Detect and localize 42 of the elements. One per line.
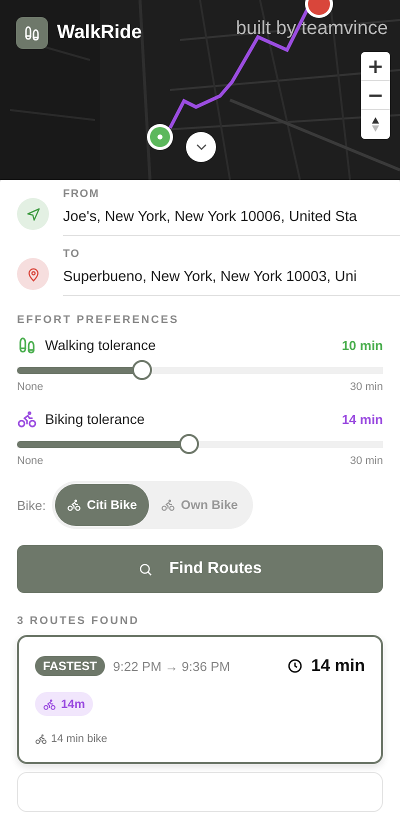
range-max: 30 min xyxy=(350,381,383,393)
bicycle-icon xyxy=(35,733,47,745)
find-routes-button[interactable]: Find Routes xyxy=(17,545,383,593)
bicycle-icon xyxy=(160,498,175,512)
compass-icon xyxy=(371,117,380,132)
zoom-button[interactable]: − xyxy=(361,81,390,110)
field-label: TO xyxy=(63,248,82,260)
slider-thumb[interactable] xyxy=(178,434,199,454)
credit-text: built by teamvince xyxy=(236,18,388,40)
bike-option[interactable]: Citi Bike xyxy=(54,484,149,526)
footprints-icon xyxy=(17,335,37,355)
footprints-icon xyxy=(23,24,41,42)
leg-chip: 14m xyxy=(35,692,94,716)
route-times: 9:22 PM → 9:36 PM xyxy=(113,658,232,674)
field-label: FROM xyxy=(63,188,100,200)
zoom-button[interactable]: + xyxy=(361,52,390,81)
address-field[interactable]: Superbueno, New York, New York 10003, Uni xyxy=(63,260,400,296)
section-title: EFFORT PREFERENCES xyxy=(17,314,180,326)
route-card[interactable]: FASTEST 9:22 PM → 9:36 PM 14 min 14m 14 min bike xyxy=(17,635,383,764)
slider-thumb[interactable] xyxy=(132,360,152,380)
slider-label: Biking tolerance xyxy=(45,411,146,427)
results-title: 3 ROUTES FOUND xyxy=(17,615,140,627)
bicycle-icon xyxy=(43,698,56,710)
navigation-arrow-icon xyxy=(26,206,40,222)
range-min: None xyxy=(17,455,44,467)
range-max: 30 min xyxy=(350,455,383,467)
slider-reading: 10 min xyxy=(342,338,383,352)
clock-icon xyxy=(287,658,304,674)
route-duration: 14 min xyxy=(311,656,365,676)
search-icon xyxy=(138,562,154,576)
bicycle-icon xyxy=(66,498,81,512)
app-name: WalkRide xyxy=(57,22,142,44)
bicycle-icon xyxy=(17,409,37,429)
slider-reading: 14 min xyxy=(342,412,383,426)
address-field[interactable]: Joe's, New York, New York 10006, United Sta xyxy=(63,200,400,236)
range-min: None xyxy=(17,381,44,393)
map-pin-icon xyxy=(26,266,40,282)
route-badge: FASTEST xyxy=(35,656,106,676)
bike-label: Bike: xyxy=(17,498,46,512)
slider-label: Walking tolerance xyxy=(45,337,157,353)
route-summary: 14 min bike xyxy=(51,733,108,745)
chevron-down-icon xyxy=(196,144,206,150)
